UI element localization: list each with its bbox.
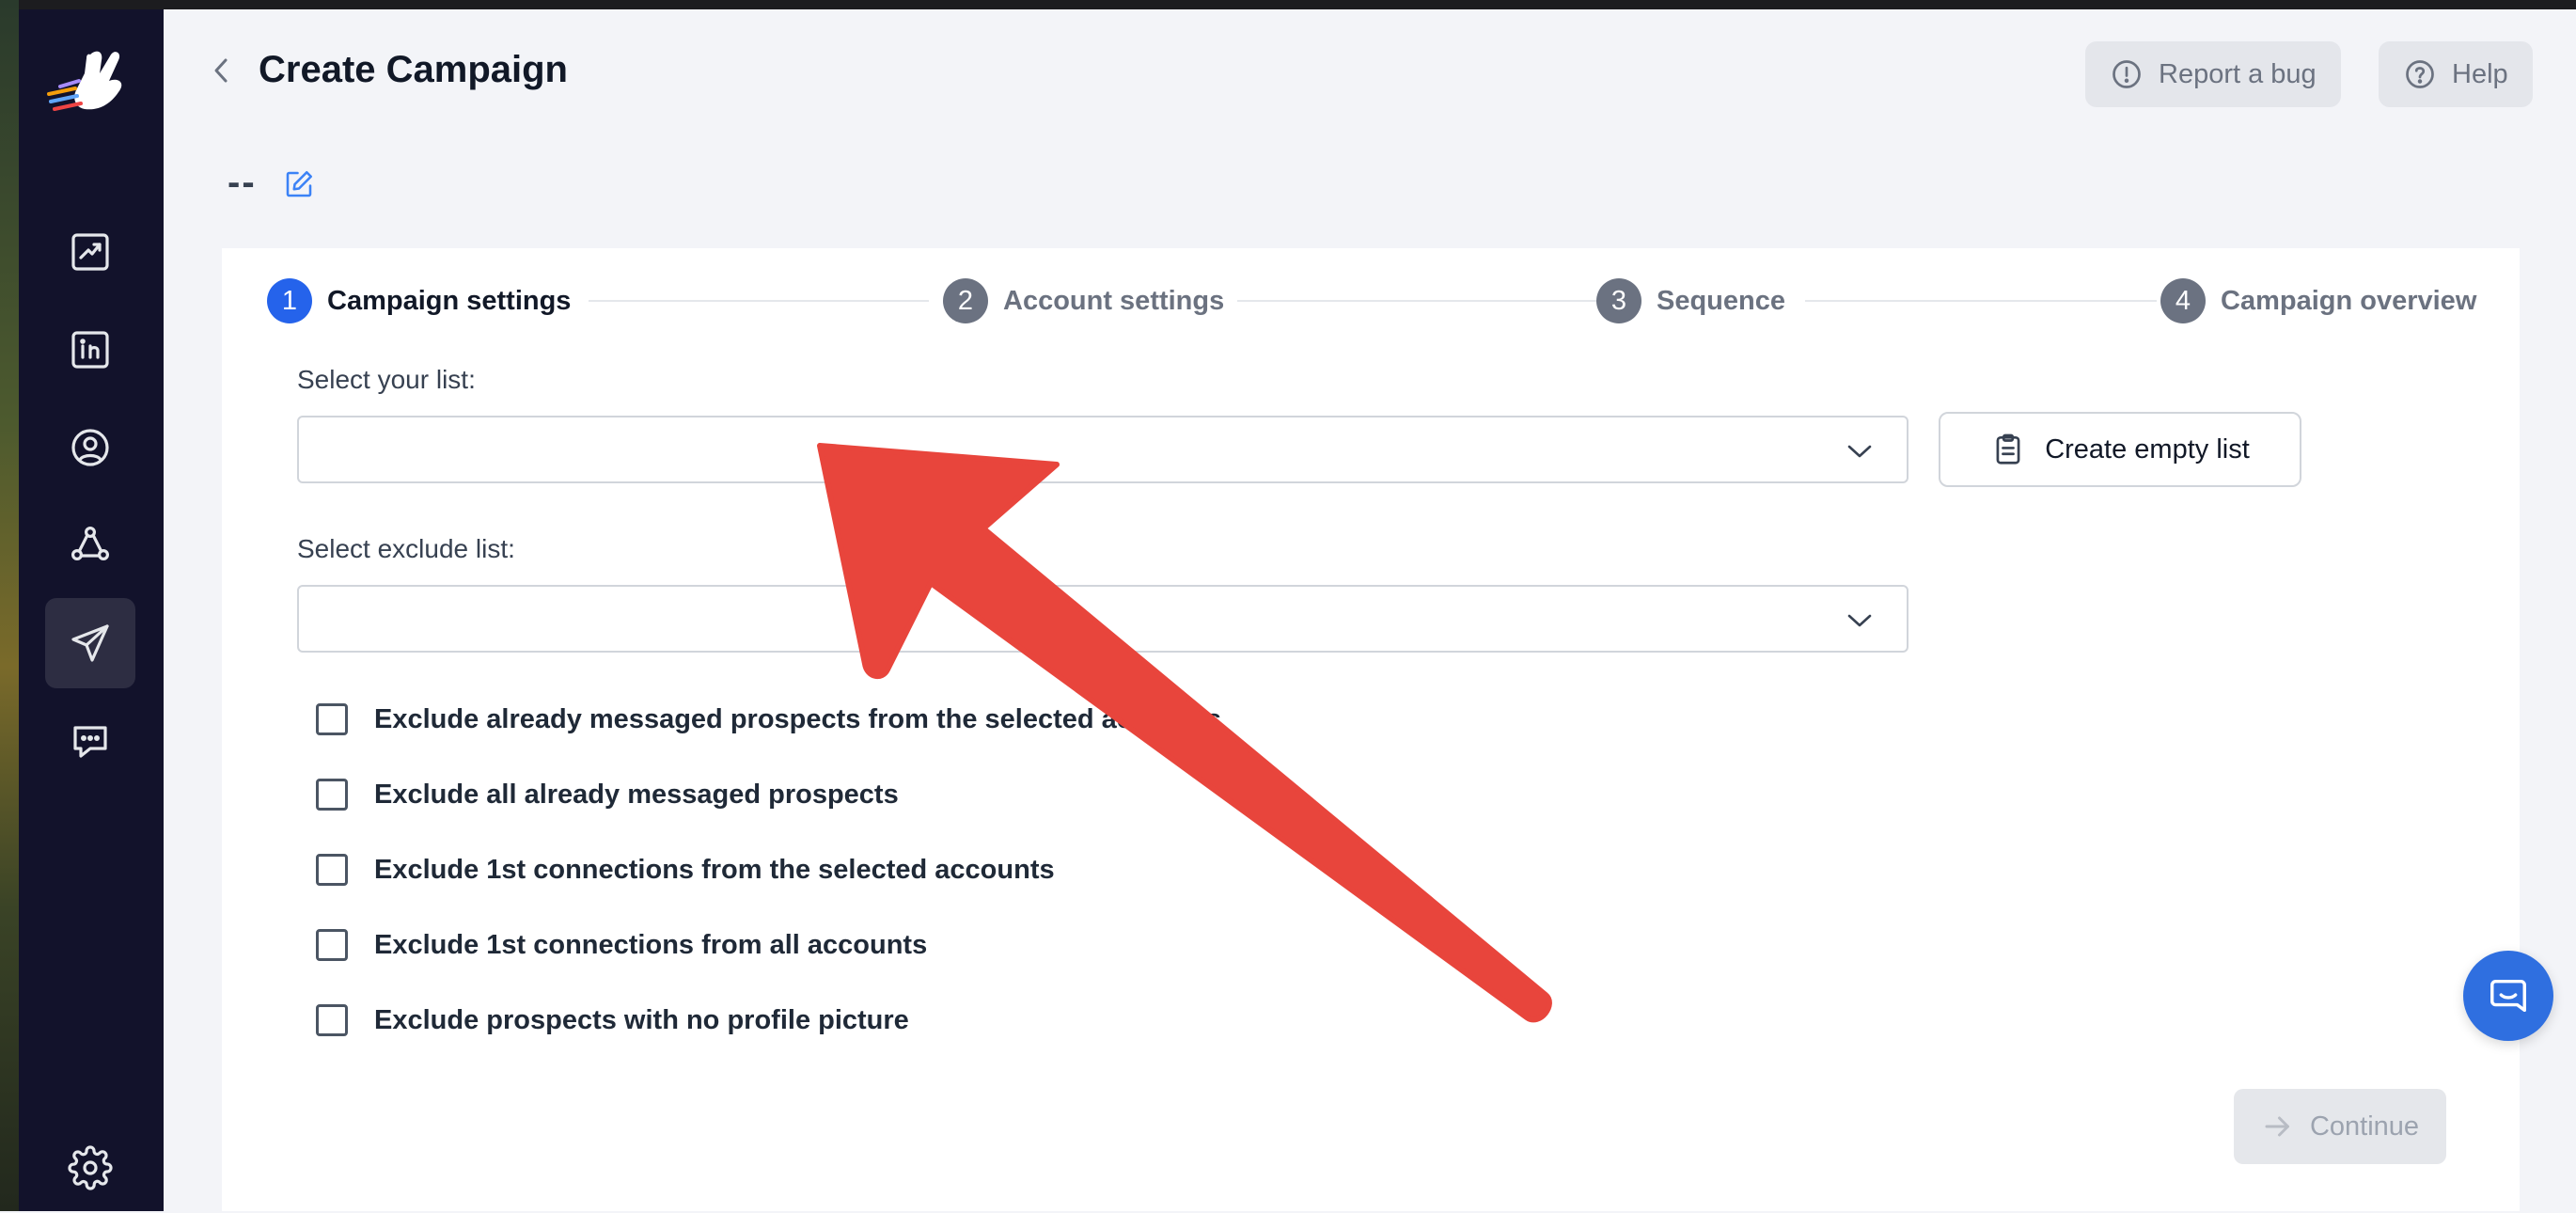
checkbox-label: Exclude prospects with no profile pictur… [374, 1004, 909, 1035]
chat-icon [73, 726, 107, 758]
step-sequence[interactable]: 3 Sequence [1596, 278, 1785, 323]
help-button[interactable]: Help [2379, 41, 2533, 107]
step-account-settings[interactable]: 2 Account settings [943, 278, 1224, 323]
support-chat-button[interactable] [2463, 951, 2553, 1041]
checkbox-label: Exclude already messaged prospects from … [374, 703, 1221, 734]
checkbox-row[interactable]: Exclude 1st connections from all account… [316, 929, 927, 961]
app-logo[interactable] [43, 41, 137, 120]
continue-label: Continue [2309, 1111, 2420, 1142]
page-title: Create Campaign [259, 49, 568, 90]
send-icon [71, 624, 109, 662]
desktop-background-edge [0, 0, 19, 1211]
edit-icon [286, 170, 313, 197]
user-icon [71, 429, 109, 466]
stepper-connector [1805, 300, 2157, 302]
alert-circle-icon [2113, 60, 2141, 88]
stepper-connector [589, 300, 929, 302]
sidebar [19, 9, 164, 1211]
sidebar-item-settings[interactable] [45, 1123, 135, 1213]
step-campaign-settings[interactable]: 1 Campaign settings [267, 278, 571, 323]
checkbox[interactable] [316, 854, 348, 886]
analytics-icon [71, 233, 109, 271]
stepper-connector [1237, 300, 1602, 302]
exclude-list-dropdown[interactable] [297, 585, 1908, 653]
window-top-strip [0, 0, 2576, 9]
campaign-name: -- [228, 162, 257, 203]
create-empty-list-button[interactable]: Create empty list [1939, 412, 2301, 487]
sidebar-item-profile[interactable] [45, 402, 135, 493]
sidebar-item-campaigns[interactable] [45, 598, 135, 688]
checkbox[interactable] [316, 779, 348, 811]
step-label: Campaign overview [2221, 285, 2477, 316]
report-bug-button[interactable]: Report a bug [2085, 41, 2341, 107]
sidebar-item-analytics[interactable] [45, 207, 135, 297]
checkbox-row[interactable]: Exclude all already messaged prospects [316, 779, 899, 811]
chevron-down-icon [1847, 614, 1872, 627]
campaign-settings-card: 1 Campaign settings 2 Account settings 3… [222, 248, 2520, 1211]
chevron-left-icon [214, 58, 228, 83]
help-circle-icon [2406, 60, 2434, 88]
checkbox-row[interactable]: Exclude already messaged prospects from … [316, 703, 1221, 735]
back-button[interactable] [205, 55, 237, 87]
checkbox-label: Exclude all already messaged prospects [374, 779, 899, 810]
checkbox[interactable] [316, 1004, 348, 1036]
select-list-label: Select your list: [297, 365, 476, 394]
report-bug-label: Report a bug [2159, 58, 2317, 89]
checkbox-label: Exclude 1st connections from all account… [374, 929, 928, 960]
step-campaign-overview[interactable]: 4 Campaign overview [2160, 278, 2476, 323]
exclude-list-label: Select exclude list: [297, 534, 515, 563]
checkbox[interactable] [316, 929, 348, 961]
sidebar-item-network[interactable] [45, 500, 135, 591]
checkbox-row[interactable]: Exclude 1st connections from the selecte… [316, 854, 1055, 886]
create-empty-list-label: Create empty list [2045, 433, 2250, 465]
chevron-down-icon [1847, 445, 1872, 458]
checkbox-label: Exclude 1st connections from the selecte… [374, 854, 1055, 885]
select-list-dropdown[interactable] [297, 416, 1908, 483]
continue-button[interactable]: Continue [2234, 1089, 2446, 1164]
step-number: 2 [943, 278, 988, 323]
arrow-right-icon [2265, 1116, 2289, 1137]
linkedin-icon [71, 331, 109, 369]
chat-bubble-icon [2490, 979, 2526, 1013]
step-number: 4 [2160, 278, 2206, 323]
step-number: 1 [267, 278, 312, 323]
clipboard-icon [1996, 433, 2020, 465]
network-icon [71, 526, 109, 561]
settings-icon [68, 1145, 113, 1190]
step-number: 3 [1596, 278, 1641, 323]
sidebar-item-messages[interactable] [45, 696, 135, 786]
step-label: Sequence [1657, 285, 1785, 316]
edit-name-button[interactable] [282, 167, 316, 201]
checkbox-row[interactable]: Exclude prospects with no profile pictur… [316, 1004, 909, 1036]
sidebar-item-linkedin[interactable] [45, 305, 135, 395]
help-label: Help [2452, 58, 2508, 89]
step-label: Account settings [1003, 285, 1225, 316]
step-label: Campaign settings [327, 285, 572, 316]
checkbox[interactable] [316, 703, 348, 735]
